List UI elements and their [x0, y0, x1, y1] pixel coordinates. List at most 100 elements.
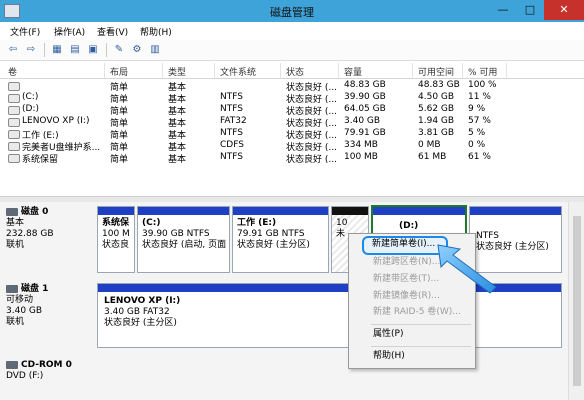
menu-view[interactable]: 查看(V)	[97, 25, 128, 38]
drive-icon	[8, 118, 20, 127]
col-filesystem[interactable]: 文件系统	[220, 65, 256, 78]
cell-filesystem: NTFS	[220, 104, 243, 114]
grid-icon[interactable]: ▦	[50, 43, 64, 56]
view-icon[interactable]: ⚙	[130, 43, 144, 56]
partition-size: NTFS	[476, 231, 499, 241]
menu-item-new-spanned-volume: 新建跨区卷(N)...	[373, 257, 441, 267]
partition-bar	[233, 207, 328, 215]
table-row[interactable]: 工作 (E:) 简单 基本 NTFS 状态良好 (... 79.91 GB 3.…	[0, 128, 584, 141]
partition-bar	[332, 207, 368, 215]
maximize-button[interactable]: □	[517, 0, 543, 20]
cell-capacity: 39.90 GB	[344, 92, 386, 102]
properties-icon[interactable]: ▣	[86, 43, 100, 56]
close-button[interactable]: ✕	[544, 0, 584, 20]
cell-percent-free: 11 %	[468, 92, 491, 102]
col-volume[interactable]: 卷	[8, 65, 17, 78]
col-layout[interactable]: 布局	[110, 65, 128, 78]
partition-c[interactable]: (C:) 39.90 GB NTFS 状态良好 (启动, 页面	[137, 206, 230, 273]
disk-name: 磁盘 0	[21, 207, 49, 217]
menu-item-properties[interactable]: 属性(P)	[373, 328, 403, 341]
col-divider[interactable]	[506, 63, 507, 78]
table-row[interactable]: LENOVO XP (I:) 简单 基本 FAT32 状态良好 (... 3.4…	[0, 116, 584, 129]
col-divider[interactable]	[280, 63, 281, 78]
cell-capacity: 64.05 GB	[344, 104, 386, 114]
cdrom-info[interactable]: CD-ROM 0 DVD (F:)	[6, 360, 94, 382]
col-capacity[interactable]: 容量	[344, 65, 362, 78]
col-divider[interactable]	[162, 63, 163, 78]
disk-size: 232.88 GB	[6, 229, 54, 239]
cell-free-space: 4.50 GB	[418, 92, 455, 102]
col-divider[interactable]	[412, 63, 413, 78]
partition-label: (C:)	[142, 218, 161, 228]
cell-capacity: 79.91 GB	[344, 128, 386, 138]
minimize-button[interactable]: —	[490, 0, 516, 20]
menu-item-new-simple-volume-label[interactable]: 新建简单卷(I)...	[372, 238, 435, 251]
hard-disk-icon	[6, 207, 18, 216]
table-row[interactable]: (C:) 简单 基本 NTFS 状态良好 (... 39.90 GB 4.50 …	[0, 92, 584, 105]
partition-label: 工作 (E:)	[237, 218, 277, 228]
menu-item-new-mirrored-volume: 新建镜像卷(R)...	[373, 291, 440, 301]
partition-system-reserved[interactable]: 系统保 100 M 状态良	[97, 206, 135, 273]
cell-free-space: 0 MB	[418, 140, 441, 150]
col-status[interactable]: 状态	[286, 65, 304, 78]
col-divider[interactable]	[462, 63, 463, 78]
toolbar-separator	[106, 43, 107, 57]
disk1-info[interactable]: 磁盘 1 可移动 3.40 GB 联机	[6, 284, 94, 328]
menu-file[interactable]: 文件(F)	[10, 25, 40, 38]
help-book-icon[interactable]: ▤	[68, 43, 82, 56]
col-free-space[interactable]: 可用空间	[418, 65, 454, 78]
menu-action[interactable]: 操作(A)	[54, 25, 85, 38]
col-divider[interactable]	[104, 63, 105, 78]
partition-bar	[138, 207, 229, 215]
partition-bar	[98, 207, 134, 215]
toolbar-separator	[44, 43, 45, 57]
partition-e[interactable]: 工作 (E:) 79.91 GB NTFS 状态良好 (主分区)	[232, 206, 329, 273]
table-row[interactable]: 完美者U盘维护系... 简单 基本 CDFS 状态良好 (... 334 MB …	[0, 140, 584, 153]
partition-bar	[470, 207, 561, 215]
drive-icon	[8, 130, 20, 139]
back-arrow-icon[interactable]: ⇦	[6, 43, 20, 56]
table-row[interactable]: (D:) 简单 基本 NTFS 状态良好 (... 64.05 GB 5.62 …	[0, 104, 584, 117]
col-type[interactable]: 类型	[168, 65, 186, 78]
view-icon[interactable]: ▥	[148, 43, 162, 56]
col-divider[interactable]	[338, 63, 339, 78]
menu-item-new-raid5-volume: 新建 RAID-5 卷(W)...	[373, 307, 461, 317]
table-row[interactable]: 简单 基本 状态良好 (... 48.83 GB 48.83 GB 100 %	[0, 80, 584, 93]
cell-status: 状态良好 (...	[286, 155, 337, 165]
cell-free-space: 3.81 GB	[418, 128, 455, 138]
callout-arrow-icon	[437, 244, 497, 294]
drive-icon	[8, 106, 20, 115]
drive-icon	[8, 82, 20, 91]
disk0-info[interactable]: 磁盘 0 基本 232.88 GB 联机	[6, 207, 94, 251]
cell-percent-free: 57 %	[468, 116, 491, 126]
partition-label: (D:)	[399, 221, 419, 231]
col-divider[interactable]	[214, 63, 215, 78]
cell-filesystem: CDFS	[220, 140, 244, 150]
disk-type: 基本	[6, 218, 25, 228]
help-icon[interactable]: ✎	[112, 43, 126, 56]
menu-separator	[371, 324, 471, 325]
cell-filesystem: FAT32	[220, 116, 247, 126]
table-row[interactable]: 系统保留 简单 基本 NTFS 状态良好 (... 100 MB 61 MB 6…	[0, 152, 584, 165]
cell-volume: LENOVO XP (I:)	[22, 116, 90, 126]
partition-status: 状态良好 (主分区)	[237, 240, 310, 250]
cell-free-space: 5.62 GB	[418, 104, 455, 114]
title-bar: 磁盘管理 — □ ✕	[0, 0, 584, 22]
partition-size: 79.91 GB NTFS	[237, 229, 305, 239]
col-percent-free[interactable]: % 可用	[468, 65, 497, 78]
scrollbar-thumb[interactable]	[573, 216, 581, 386]
menu-help[interactable]: 帮助(H)	[140, 25, 172, 38]
partition-label: LENOVO XP (I:)	[104, 296, 181, 306]
vertical-scrollbar[interactable]	[568, 202, 584, 400]
menu-item-help[interactable]: 帮助(H)	[373, 350, 405, 363]
menu-bar: 文件(F) 操作(A) 查看(V) 帮助(H)	[0, 22, 584, 41]
cell-capacity: 100 MB	[344, 152, 378, 162]
cell-filesystem: NTFS	[220, 128, 243, 138]
cell-free-space: 61 MB	[418, 152, 447, 162]
disk-name: CD-ROM 0	[21, 360, 72, 370]
forward-arrow-icon[interactable]: ⇨	[24, 43, 38, 56]
cell-free-space: 1.94 GB	[418, 116, 455, 126]
usb-disk-icon	[6, 284, 18, 293]
partition-status: 状态良好 (主分区)	[104, 318, 177, 328]
cd-rom-icon	[6, 360, 18, 369]
